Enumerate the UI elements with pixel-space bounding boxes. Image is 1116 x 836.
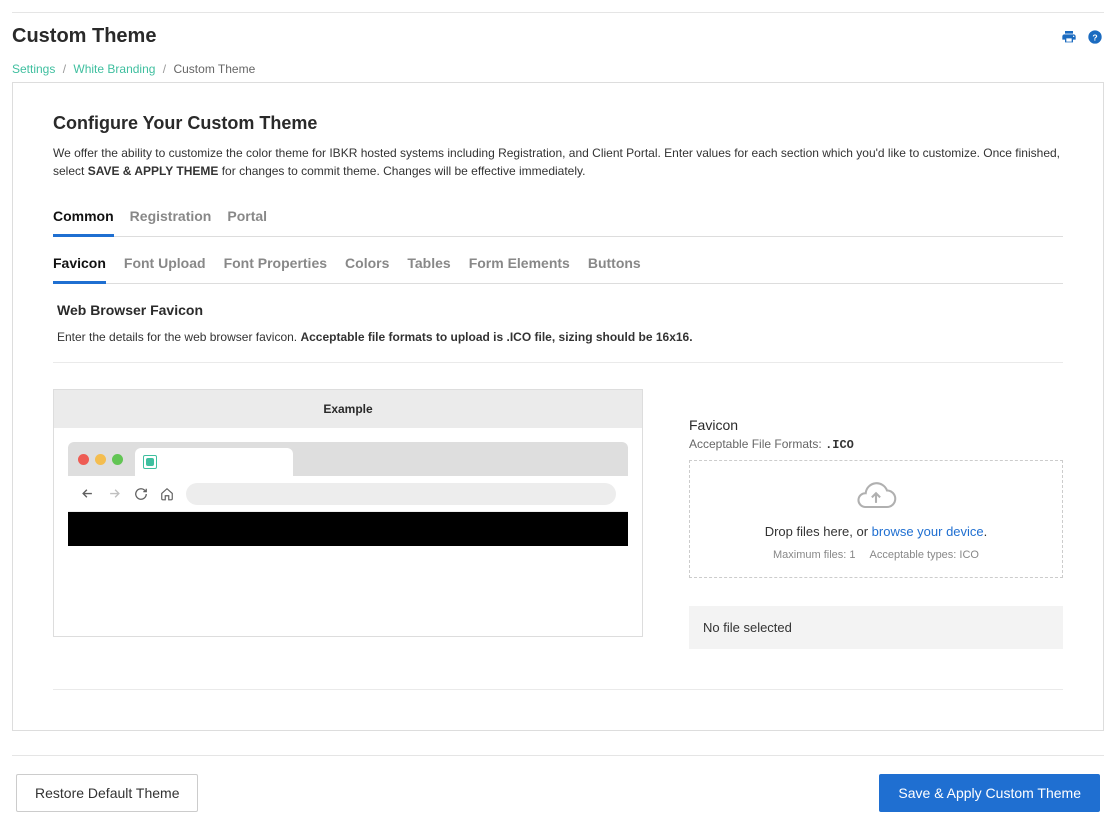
section-desc-text: Enter the details for the web browser fa… [57,330,300,344]
sim-page-body [68,546,628,636]
tab-form-elements[interactable]: Form Elements [469,255,570,283]
upload-formats: Acceptable File Formats: .ICO [689,437,1063,452]
sim-page-header [68,512,628,546]
reload-icon [134,487,148,501]
upload-column: Favicon Acceptable File Formats: .ICO Dr… [689,389,1063,649]
example-label: Example [54,390,642,428]
breadcrumb-separator: / [163,62,166,76]
header-icons: ? [1060,28,1104,46]
drop-suffix: . [984,524,988,539]
intro-text-suffix: for changes to commit theme. Changes wil… [218,164,585,178]
tab-buttons[interactable]: Buttons [588,255,641,283]
print-icon[interactable] [1060,28,1078,46]
traffic-yellow-icon [95,454,106,465]
file-dropzone[interactable]: Drop files here, or browse your device. … [689,460,1063,578]
file-selected-status: No file selected [689,606,1063,649]
save-apply-button[interactable]: Save & Apply Custom Theme [879,774,1100,812]
browser-tab [135,448,293,476]
traffic-green-icon [112,454,123,465]
home-icon [160,487,174,501]
dropzone-text: Drop files here, or browse your device. [700,524,1052,539]
cloud-upload-icon [854,479,898,513]
tab-font-upload[interactable]: Font Upload [124,255,206,283]
favicon-preview-icon [143,455,157,469]
svg-text:?: ? [1092,32,1097,42]
main-panel: Configure Your Custom Theme We offer the… [12,82,1104,731]
tab-colors[interactable]: Colors [345,255,389,283]
tab-portal[interactable]: Portal [227,208,267,236]
tabs-secondary: Favicon Font Upload Font Properties Colo… [53,255,1063,284]
example-column: Example [53,389,643,637]
section-title: Web Browser Favicon [53,302,1063,318]
tab-registration[interactable]: Registration [130,208,212,236]
back-arrow-icon [80,486,95,501]
forward-arrow-icon [107,486,122,501]
traffic-red-icon [78,454,89,465]
restore-default-button[interactable]: Restore Default Theme [16,774,198,812]
help-icon[interactable]: ? [1086,28,1104,46]
url-bar [186,483,616,505]
upload-formats-prefix: Acceptable File Formats: [689,437,825,451]
breadcrumb-link-settings[interactable]: Settings [12,62,55,76]
page-title: Custom Theme [12,25,156,48]
browse-link[interactable]: browse your device [872,524,984,539]
acceptable-types-hint: Acceptable types: ICO [870,549,979,561]
panel-intro: We offer the ability to customize the co… [53,144,1063,180]
breadcrumb: Settings / White Branding / Custom Theme [12,62,1104,76]
section-desc-bold: Acceptable file formats to upload is .IC… [300,330,692,344]
breadcrumb-separator: / [63,62,66,76]
tab-favicon[interactable]: Favicon [53,255,106,284]
upload-formats-value: .ICO [825,438,854,452]
breadcrumb-link-white-branding[interactable]: White Branding [73,62,155,76]
tab-common[interactable]: Common [53,208,114,237]
tab-tables[interactable]: Tables [407,255,450,283]
tab-font-properties[interactable]: Font Properties [224,255,327,283]
panel-heading: Configure Your Custom Theme [53,113,1063,134]
browser-simulation [54,428,642,636]
upload-label: Favicon [689,417,1063,433]
max-files-hint: Maximum files: 1 [773,549,856,561]
breadcrumb-current: Custom Theme [173,62,255,76]
drop-prefix: Drop files here, or [765,524,872,539]
section-description: Enter the details for the web browser fa… [53,330,1063,363]
intro-bold: SAVE & APPLY THEME [88,164,219,178]
tabs-primary: Common Registration Portal [53,208,1063,237]
footer-actions: Restore Default Theme Save & Apply Custo… [12,774,1104,812]
